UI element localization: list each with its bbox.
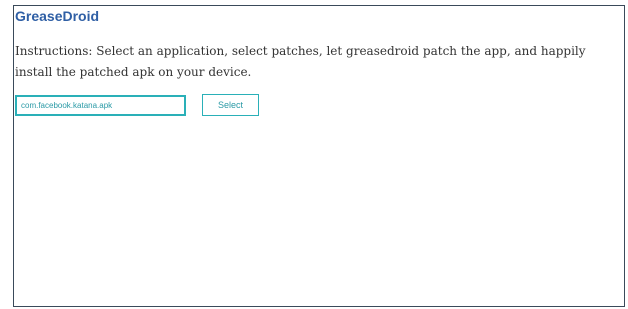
app-container: GreaseDroid Instructions: Select an appl… (13, 5, 625, 307)
app-title: GreaseDroid (15, 8, 100, 24)
instructions-text: Instructions: Select an application, sel… (15, 44, 586, 79)
apk-file-input[interactable] (15, 95, 186, 116)
select-button[interactable]: Select (202, 94, 259, 116)
